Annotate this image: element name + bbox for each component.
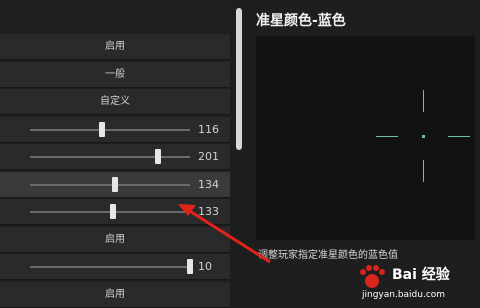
watermark-url: jingyan.baidu.com (362, 290, 446, 300)
red-arrow-annotation (178, 204, 271, 264)
watermark-text: Bai 经验 (392, 267, 450, 283)
paw-logo-icon (360, 265, 385, 288)
